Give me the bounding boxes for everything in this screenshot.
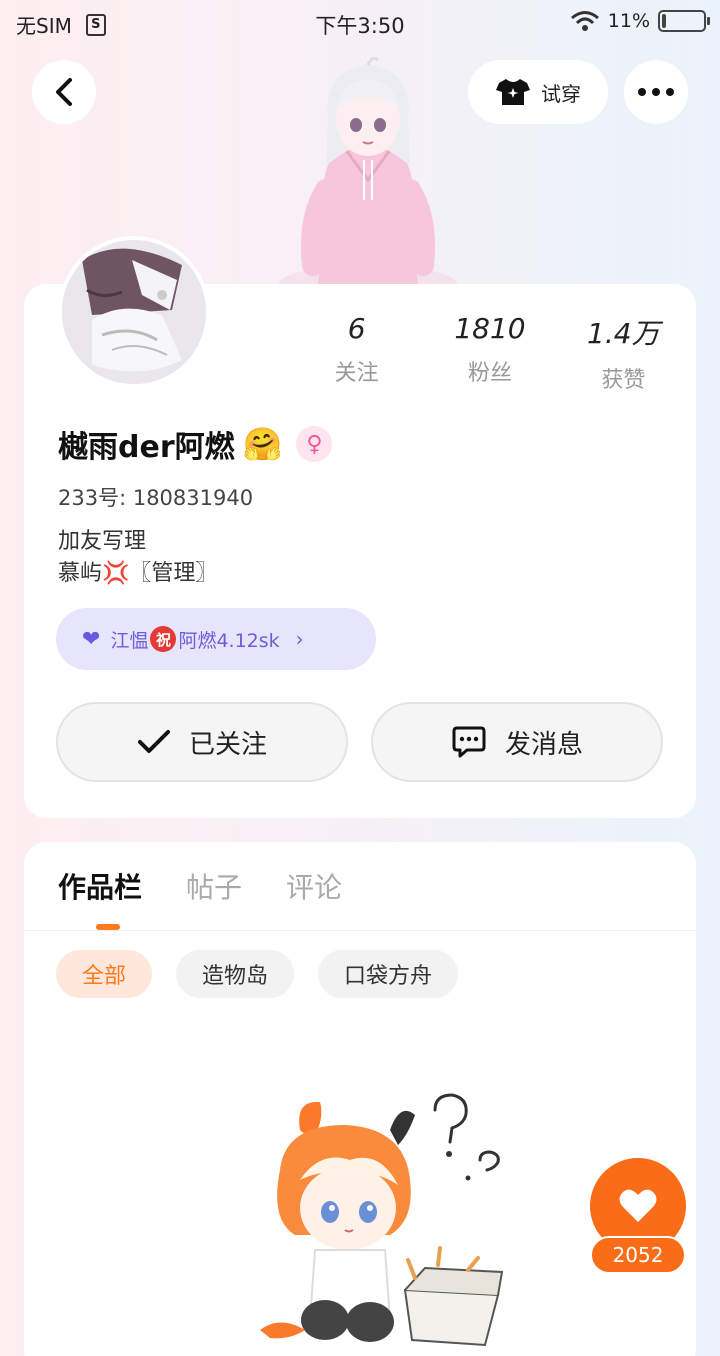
checkmark-icon	[137, 730, 170, 753]
back-button[interactable]	[32, 60, 96, 124]
stat-likes[interactable]: 1.4万 获赞	[557, 312, 690, 394]
zhu-badge: 祝	[150, 626, 177, 652]
tshirt-icon	[496, 79, 530, 105]
avatar-image	[62, 240, 206, 384]
cp-name2: 阿燃4.12sk	[178, 629, 280, 652]
battery-percent: 11%	[607, 10, 650, 32]
stat-followers[interactable]: 1810 粉丝	[423, 312, 556, 394]
profile-stats: 6 关注 1810 粉丝 1.4万 获赞	[290, 312, 690, 394]
empty-state-illustration	[260, 1093, 504, 1347]
heart-icon: ❤︎	[82, 626, 101, 652]
chip-pocket-ark[interactable]: 口袋方舟	[318, 950, 459, 998]
tab-comments[interactable]: 评论	[286, 866, 342, 906]
stat-value: 6	[347, 312, 366, 345]
more-dots-icon	[638, 88, 674, 96]
back-arrow-icon	[56, 78, 72, 106]
cp-badge[interactable]: ❤︎ 江愠 祝 阿燃4.12sk ›	[56, 608, 376, 670]
avatar-art	[62, 240, 206, 384]
bio-line: 加友写理	[58, 529, 147, 554]
stat-value: 1810	[454, 312, 526, 345]
stat-following[interactable]: 6 关注	[290, 312, 423, 394]
tab-posts[interactable]: 帖子	[186, 866, 242, 906]
tab-works[interactable]: 作品栏	[58, 866, 142, 906]
character-avatar	[278, 56, 458, 290]
bio: 加友写理 慕屿💢〖管理〗	[58, 526, 217, 590]
try-on-button[interactable]: 试穿	[468, 60, 608, 124]
stat-label: 获赞	[601, 368, 646, 393]
status-right: 11%	[570, 10, 710, 32]
stat-label: 关注	[334, 361, 379, 386]
try-on-label: 试穿	[541, 81, 581, 106]
filter-chips: 全部 造物岛 口袋方舟	[56, 950, 459, 998]
message-button[interactable]: 发消息	[371, 702, 663, 782]
heart-icon	[619, 1189, 657, 1222]
username-emoji: 🤗	[242, 425, 283, 463]
tabs-divider	[24, 930, 696, 931]
username: 樾雨der阿燃	[58, 430, 235, 465]
username-row: 樾雨der阿燃 🤗 ♀	[58, 422, 333, 466]
works-tabs: 作品栏 帖子 评论	[58, 866, 342, 906]
bio-line: 慕屿💢〖管理〗	[58, 561, 218, 586]
followed-button[interactable]: 已关注	[56, 702, 348, 782]
like-count: 2052	[590, 1236, 686, 1274]
message-label: 发消息	[504, 729, 583, 760]
more-button[interactable]	[624, 60, 688, 124]
stat-label: 粉丝	[467, 361, 512, 386]
chat-bubble-icon	[452, 726, 486, 758]
avatar[interactable]	[58, 236, 210, 388]
wifi-icon	[570, 11, 599, 31]
chip-creation-island[interactable]: 造物岛	[176, 950, 295, 998]
gender-female-icon: ♀	[296, 426, 333, 462]
cp-name1: 江愠	[110, 629, 149, 652]
chip-all[interactable]: 全部	[56, 950, 153, 998]
followed-label: 已关注	[188, 729, 267, 760]
battery-icon	[658, 10, 710, 32]
user-id[interactable]: 233号: 180831940	[58, 482, 253, 512]
status-bar: 无SIM S 下午3:50 11%	[0, 0, 720, 46]
stat-value: 1.4万	[587, 317, 660, 350]
chevron-right-icon: ›	[295, 627, 304, 651]
